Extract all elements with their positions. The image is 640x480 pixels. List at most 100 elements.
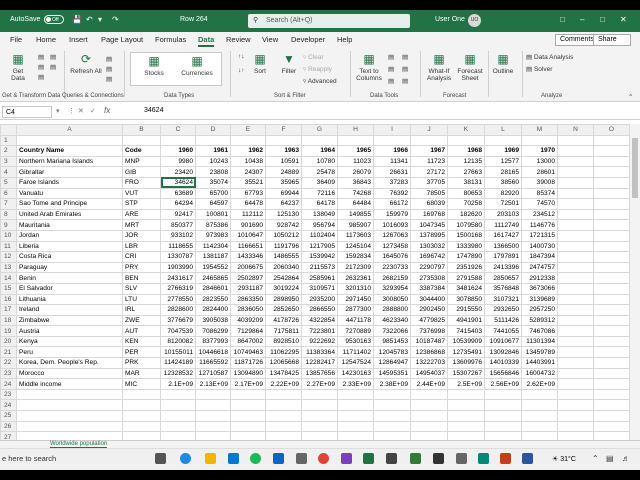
cell[interactable]: 76392 bbox=[373, 187, 411, 200]
file-explorer-icon[interactable] bbox=[205, 453, 216, 464]
cell[interactable]: 4322854 bbox=[301, 314, 338, 327]
column-header[interactable]: J bbox=[410, 124, 448, 136]
menu-formulas[interactable]: Formulas bbox=[155, 35, 186, 44]
cell[interactable]: 3078850 bbox=[447, 293, 485, 306]
cell[interactable] bbox=[122, 388, 161, 401]
cell[interactable]: 3008050 bbox=[373, 293, 411, 306]
cell[interactable] bbox=[557, 282, 594, 295]
formula-input[interactable]: 34624 bbox=[144, 107, 163, 114]
cell[interactable] bbox=[265, 388, 302, 401]
cell[interactable]: 28165 bbox=[484, 166, 522, 178]
remove-duplicates-icon[interactable]: ▤ bbox=[388, 65, 394, 73]
cell[interactable] bbox=[230, 388, 266, 401]
cell[interactable] bbox=[373, 388, 411, 401]
cell[interactable]: 8928510 bbox=[265, 335, 302, 348]
cell[interactable] bbox=[593, 261, 630, 274]
cell[interactable] bbox=[557, 261, 594, 274]
cell[interactable]: 67793 bbox=[230, 187, 266, 200]
cell[interactable]: Korea, Dem. People's Rep. bbox=[16, 357, 123, 369]
cell[interactable] bbox=[265, 410, 302, 422]
cell[interactable] bbox=[557, 134, 594, 147]
cell[interactable] bbox=[557, 304, 594, 316]
cell[interactable] bbox=[160, 420, 196, 433]
cell[interactable] bbox=[301, 420, 338, 433]
cell[interactable]: PRY bbox=[122, 261, 161, 274]
column-header[interactable]: C bbox=[160, 124, 196, 136]
cell[interactable]: 2898950 bbox=[265, 293, 302, 306]
cell[interactable]: 12386868 bbox=[410, 346, 448, 359]
cell[interactable]: 1245104 bbox=[337, 240, 374, 253]
cell[interactable] bbox=[557, 155, 594, 168]
app-icon[interactable] bbox=[456, 453, 467, 464]
app-icon[interactable] bbox=[296, 453, 307, 464]
cell[interactable] bbox=[557, 219, 594, 231]
from-web-icon[interactable]: ▤ bbox=[38, 63, 44, 71]
cell[interactable]: 4623340 bbox=[373, 314, 411, 327]
cell[interactable]: AUT bbox=[122, 325, 161, 337]
cell[interactable]: 1592834 bbox=[337, 251, 374, 263]
cell[interactable]: 7322066 bbox=[373, 325, 411, 337]
row-header[interactable]: 22 bbox=[0, 357, 17, 369]
cell[interactable]: 2.56E+09 bbox=[484, 378, 522, 390]
cell[interactable]: 2682159 bbox=[373, 272, 411, 284]
cell[interactable]: 2.22E+09 bbox=[265, 378, 302, 390]
chevron-up-icon[interactable]: ⌃ bbox=[592, 454, 599, 463]
cell[interactable]: 1966 bbox=[373, 145, 411, 157]
cell[interactable]: VUT bbox=[122, 187, 161, 200]
cell[interactable]: 8120082 bbox=[160, 335, 196, 348]
cell[interactable] bbox=[160, 134, 196, 147]
cell[interactable]: 3293954 bbox=[373, 282, 411, 295]
cell[interactable] bbox=[301, 134, 338, 147]
maximize-icon[interactable]: □ bbox=[600, 15, 605, 24]
properties-icon[interactable]: ▤ bbox=[106, 65, 112, 73]
cell[interactable]: 3139689 bbox=[521, 293, 558, 306]
cell[interactable] bbox=[557, 314, 594, 327]
cell[interactable]: 15307267 bbox=[447, 367, 485, 380]
row-header[interactable]: 13 bbox=[0, 261, 17, 274]
row-header[interactable]: 9 bbox=[0, 219, 17, 231]
cell[interactable] bbox=[593, 378, 630, 390]
cell[interactable]: 12710587 bbox=[195, 367, 231, 380]
edge-icon[interactable] bbox=[180, 453, 191, 464]
cell[interactable]: 2.33E+09 bbox=[337, 378, 374, 390]
cell[interactable] bbox=[447, 134, 485, 147]
cell[interactable] bbox=[230, 410, 266, 422]
cell[interactable]: 11301394 bbox=[521, 335, 558, 348]
cell[interactable] bbox=[593, 229, 630, 242]
row-header[interactable]: 23 bbox=[0, 367, 17, 380]
cell[interactable]: 38131 bbox=[447, 176, 485, 189]
cell[interactable]: United Arab Emirates bbox=[16, 208, 123, 221]
cell[interactable]: 7441055 bbox=[484, 325, 522, 337]
cell[interactable] bbox=[521, 399, 558, 412]
cell[interactable]: 13459789 bbox=[521, 346, 558, 359]
cell[interactable]: 1330787 bbox=[160, 251, 196, 263]
cell[interactable]: 11665592 bbox=[195, 357, 231, 369]
cell[interactable]: 1903990 bbox=[160, 261, 196, 274]
cell[interactable]: LTU bbox=[122, 293, 161, 306]
column-header[interactable]: M bbox=[521, 124, 558, 136]
cell[interactable]: 14230163 bbox=[337, 367, 374, 380]
cell[interactable]: 2863350 bbox=[230, 293, 266, 306]
network-icon[interactable]: ▤ bbox=[606, 454, 614, 463]
row-header[interactable]: 23 bbox=[0, 388, 17, 401]
cell[interactable]: 169768 bbox=[410, 208, 448, 221]
cell[interactable]: Sao Tome and Principe bbox=[16, 198, 123, 210]
cell[interactable]: 78505 bbox=[410, 187, 448, 200]
cell[interactable]: 1400730 bbox=[521, 240, 558, 253]
cell[interactable] bbox=[593, 388, 630, 401]
cell[interactable]: 2.13E+09 bbox=[195, 378, 231, 390]
cell[interactable]: IRL bbox=[122, 304, 161, 316]
cell[interactable]: 1267063 bbox=[373, 229, 411, 242]
cell[interactable]: 1486555 bbox=[265, 251, 302, 263]
cell[interactable]: 35521 bbox=[230, 176, 266, 189]
cell[interactable]: 125130 bbox=[265, 208, 302, 221]
cell[interactable]: 1118655 bbox=[160, 240, 196, 253]
cell[interactable] bbox=[557, 240, 594, 253]
scrollbar-thumb[interactable] bbox=[632, 138, 638, 198]
cell[interactable]: El Salvador bbox=[16, 282, 123, 295]
cell[interactable]: 36409 bbox=[301, 176, 338, 189]
cell[interactable]: Faroe Islands bbox=[16, 176, 123, 189]
cell[interactable] bbox=[557, 388, 594, 401]
cell[interactable] bbox=[521, 388, 558, 401]
cell[interactable]: Ireland bbox=[16, 304, 123, 316]
